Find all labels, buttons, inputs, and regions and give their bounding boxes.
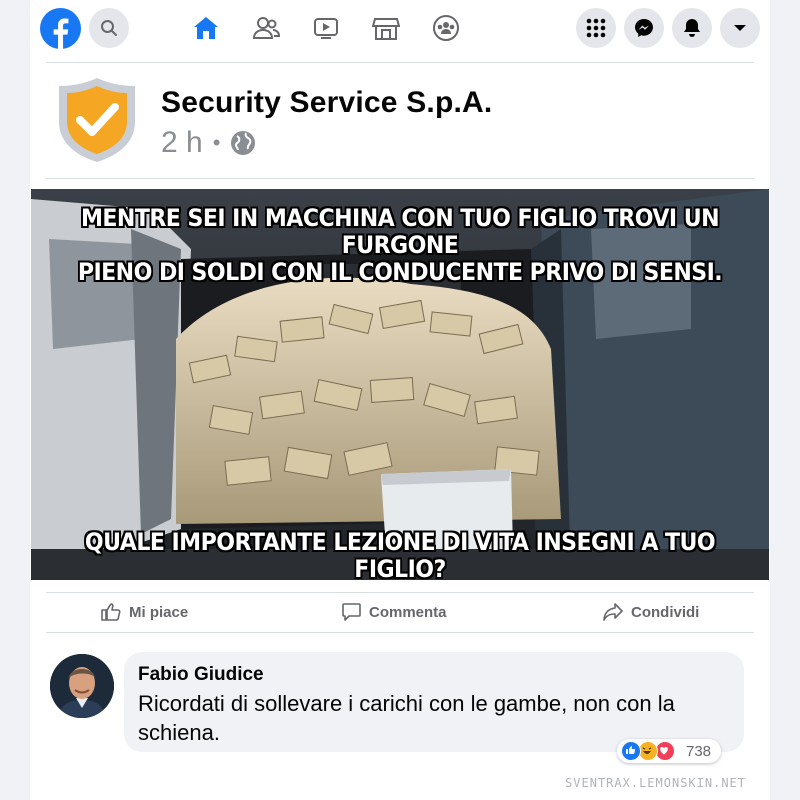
love-reaction-icon xyxy=(655,741,675,761)
avatar-portrait xyxy=(50,654,114,718)
comment-author[interactable]: Fabio Giudice xyxy=(138,664,264,686)
friends-tab[interactable] xyxy=(251,14,281,42)
post-image[interactable]: MENTRE SEI IN MACCHINA CON TUO FIGLIO TR… xyxy=(31,189,769,580)
page-avatar-shield[interactable] xyxy=(56,76,138,164)
post-time[interactable]: 2 h xyxy=(161,126,203,160)
comment-bubble-icon xyxy=(342,603,361,621)
marketplace-tab[interactable] xyxy=(371,14,401,42)
post-header-divider xyxy=(46,178,754,179)
account-caret-icon xyxy=(734,25,746,31)
account-button[interactable] xyxy=(720,8,760,48)
messenger-icon xyxy=(635,19,653,37)
marketplace-icon xyxy=(372,18,400,40)
notifications-icon xyxy=(684,19,700,37)
thumbs-up-icon xyxy=(101,603,121,621)
search-button[interactable] xyxy=(89,8,129,48)
meme-bottom-caption: QUALE IMPORTANTE LEZIONE DI VITA INSEGNI… xyxy=(84,528,716,580)
meme-top-line-1: MENTRE SEI IN MACCHINA CON TUO FIGLIO TR… xyxy=(80,204,720,259)
notifications-button[interactable] xyxy=(672,8,712,48)
share-button[interactable]: Condividi xyxy=(603,600,699,624)
actions-top-divider xyxy=(46,592,754,593)
top-navigation-bar xyxy=(0,0,800,56)
reaction-count: 738 xyxy=(686,742,712,760)
comment-label: Commenta xyxy=(369,603,447,621)
globe-icon[interactable] xyxy=(230,130,256,156)
watch-tab[interactable] xyxy=(311,14,341,42)
meme-top-caption: MENTRE SEI IN MACCHINA CON TUO FIGLIO TR… xyxy=(61,205,740,286)
friends-icon xyxy=(252,17,280,39)
page-name[interactable]: Security Service S.p.A. xyxy=(161,86,492,120)
watch-icon xyxy=(314,18,338,39)
post-meta: 2 h • xyxy=(161,126,256,160)
comment-author-avatar[interactable] xyxy=(50,654,114,718)
groups-tab[interactable] xyxy=(431,14,461,42)
home-tab[interactable] xyxy=(191,14,221,42)
like-label: Mi piace xyxy=(129,603,189,621)
header-divider xyxy=(46,62,754,63)
share-arrow-icon xyxy=(603,603,623,621)
like-button[interactable]: Mi piace xyxy=(101,600,188,624)
meta-separator: • xyxy=(212,130,221,155)
menu-grid-icon xyxy=(586,18,606,38)
comment-bubble: Fabio Giudice Ricordati di sollevare i c… xyxy=(124,652,744,752)
like-reaction-icon xyxy=(621,741,641,761)
groups-icon xyxy=(433,15,459,41)
comment-reactions[interactable]: 738 xyxy=(617,739,721,763)
messenger-button[interactable] xyxy=(624,8,664,48)
actions-bottom-divider xyxy=(46,632,754,633)
comment-button[interactable]: Commenta xyxy=(342,600,447,624)
menu-button[interactable] xyxy=(576,8,616,48)
share-label: Condividi xyxy=(631,603,700,621)
home-icon xyxy=(194,17,218,39)
meme-top-line-2: PIENO DI SOLDI CON IL CONDUCENTE PRIVO D… xyxy=(77,257,723,286)
watermark: SVENTRAX.LEMONSKIN.NET xyxy=(565,776,746,790)
haha-reaction-icon xyxy=(638,741,658,761)
facebook-logo[interactable] xyxy=(40,8,81,49)
search-icon xyxy=(101,20,117,36)
